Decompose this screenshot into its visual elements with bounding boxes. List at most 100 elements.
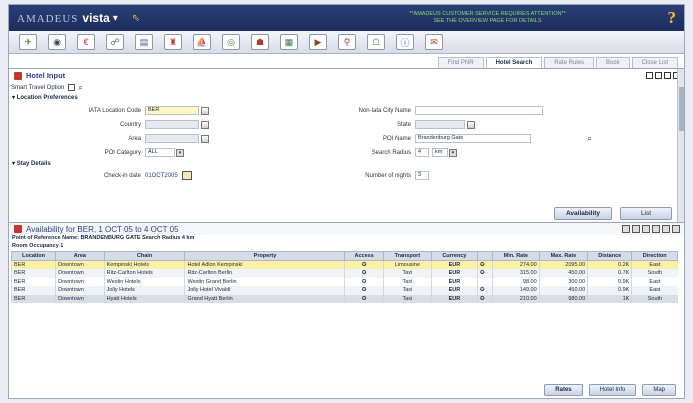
location-preferences-header[interactable]: ▾ Location Preferences [9,93,684,102]
input-scrollbar[interactable] [677,69,684,222]
area-lookup-icon[interactable] [201,134,209,143]
checkin-value[interactable]: 01OCT2005 [145,173,178,179]
search-radius-input[interactable]: 4 [415,148,429,157]
table-row[interactable]: BER Downtown Ritz-Carlton Hotels Ritz-Carlt… [10,269,678,278]
brand-menu-caret-icon[interactable]: ▾ [113,13,118,24]
print-icon[interactable] [622,225,630,233]
car-icon[interactable]: ◉ [48,34,66,50]
last-page-icon[interactable] [662,225,670,233]
stay-details-header[interactable]: ▾ Stay Details [9,159,684,168]
poi-category-select[interactable]: ALL [145,148,175,157]
list-button[interactable]: List [620,207,672,220]
brand-prefix: AMADEUS [17,13,79,25]
input-actions: Availability List [554,207,672,220]
map-icon[interactable]: ▦ [280,34,298,50]
next-page-icon[interactable] [652,225,660,233]
location-fields: IATA Location Code BER Country Area POI … [9,102,684,158]
search-radius-label: Search Radius [371,149,411,156]
col-chain[interactable]: Chain [103,251,186,261]
availability-table: Location Area Chain Property Access Tran… [10,251,678,303]
col-distance[interactable]: Distance [587,251,633,261]
brand-logo[interactable]: AMADEUS vista [17,11,110,25]
col-min-rate[interactable]: Min. Rate [492,251,540,261]
hotel-icon[interactable]: ♜ [164,34,182,50]
search-icon[interactable]: ⌕ [587,133,592,144]
col-transport[interactable]: Transport [382,251,432,261]
col-direction[interactable]: Direction [631,251,678,261]
poi-name-input[interactable]: Brandenburg Gate [415,134,531,143]
poi-name-label: POI Name [382,135,411,142]
rail-icon[interactable]: € [77,34,95,50]
hotel-icon [14,71,22,80]
tab-book[interactable]: Book [595,57,630,68]
tab-hotel-search[interactable]: Hotel Search [485,57,543,68]
table-row[interactable]: BER Downtown Kempinski Hotels Hotel Adlon K… [10,260,678,269]
prev-page-icon[interactable] [642,225,650,233]
search-icon[interactable]: ⌕ [78,83,82,93]
search-radius-unit-select[interactable]: km [432,148,448,157]
passenger-icon[interactable]: ☗ [251,34,269,50]
table-row[interactable]: BER Downtown Hyatt Hotels Grand Hyatt Berli… [10,294,678,303]
checkin-row: Check-in date 01OCT2005 [9,170,329,181]
queue-icon[interactable]: ▤ [135,34,153,50]
table-row[interactable]: BER Downtown Jolly Hotels Jolly Hotel Vival… [10,286,678,295]
nonlata-input[interactable] [415,106,543,115]
tab-find-pnr[interactable]: Find PNR [437,57,484,68]
country-input[interactable] [145,120,199,129]
maximize-icon[interactable] [655,72,662,79]
room-occupancy-label: Room Occupancy 1 [12,243,64,249]
pagination-controls [620,225,680,233]
help-icon[interactable]: ? [668,8,677,28]
col-max-rate[interactable]: Max. Rate [538,251,589,261]
cruise-icon[interactable]: ⛵ [193,34,211,50]
first-page-icon[interactable] [632,225,640,233]
smart-travel-checkbox[interactable] [68,84,76,91]
iata-lookup-icon[interactable] [201,106,209,115]
tab-close-list[interactable]: Close List [631,57,678,68]
restore-icon[interactable] [646,72,653,79]
close-icon[interactable] [672,225,680,233]
tour-icon[interactable]: ☖ [367,34,385,50]
col-access[interactable]: Access [344,251,384,261]
smart-travel-label: Smart Travel Option [11,84,65,91]
country-lookup-icon[interactable] [201,120,209,129]
col-property[interactable]: Property [184,251,346,261]
availability-table-wrap: Location Area Chain Property Access Tran… [9,251,684,303]
area-label: Area [128,135,141,142]
nonlata-row: Non-lata City Name [329,105,669,116]
availability-button[interactable]: Availability [554,207,612,220]
insurance-icon[interactable]: ▶ [309,34,327,50]
col-area[interactable]: Area [55,251,105,261]
col-currency[interactable]: Currency [430,251,478,261]
tab-rate-rules[interactable]: Rate Rules [544,57,594,68]
col-location[interactable]: Location [10,251,57,261]
state-input[interactable] [415,120,465,129]
status-banner: **AMADEUS CUSTOMER SERVICE REQUIRES ATTE… [318,11,658,25]
airline-icon[interactable]: ✈ [19,34,37,50]
area-input[interactable] [145,134,199,143]
iata-label: IATA Location Code [88,107,141,114]
window-controls [644,72,680,79]
mail-icon[interactable]: ✉ [425,34,443,50]
state-lookup-icon[interactable] [467,120,475,129]
nights-input[interactable]: 3 [415,171,429,180]
table-row[interactable]: BER Downtown Westin Hotels Westin Grand Ber… [10,277,678,286]
hotel-info-button[interactable]: Hotel Info [588,384,637,396]
table-header-row: Location Area Chain Property Access Tran… [10,251,678,261]
travelers-icon[interactable]: ☍ [106,34,124,50]
calendar-icon[interactable] [181,171,192,180]
availability-title: Availability for BER, 1 OCT 05 to 4 OCT … [26,224,179,234]
country-row: Country [9,119,329,130]
info-icon[interactable]: ⓘ [396,34,414,50]
map-button[interactable]: Map [642,384,676,396]
poi-name-row: POI Name Brandenburg Gate ⌕ [329,133,669,144]
train-icon[interactable]: ⚲ [338,34,356,50]
minimize-icon[interactable] [664,72,671,79]
location-right-column: Non-lata City Name State POI Name Brande… [329,102,669,158]
rates-button[interactable]: Rates [544,384,583,396]
nights-row: Number of nights 3 [329,170,429,181]
chevron-down-icon[interactable]: ▾ [449,148,457,157]
globe-icon[interactable]: ◎ [222,34,240,50]
iata-input[interactable]: BER [145,106,199,115]
chevron-down-icon[interactable]: ▾ [176,148,184,157]
